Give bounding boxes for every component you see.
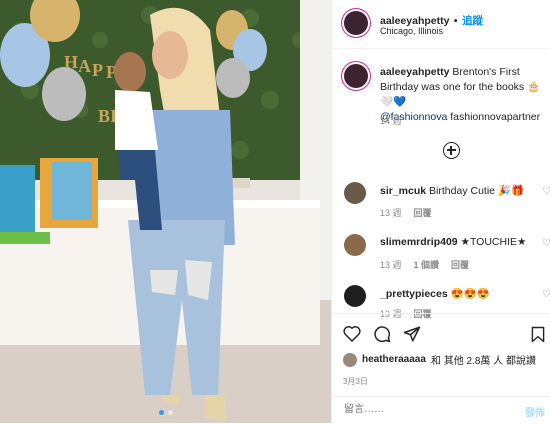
- carousel-dots: [0, 410, 331, 415]
- banner-letter: BI: [98, 106, 117, 126]
- comment-like-icon[interactable]: ♡: [542, 289, 550, 300]
- photo-illustration: H A P P Y BI: [0, 0, 331, 423]
- share-send-icon[interactable]: [403, 325, 421, 343]
- comment-body: Birthday Cutie 🎉🎁: [429, 185, 525, 197]
- comment-body: 😍😍😍: [450, 288, 490, 300]
- likes-count-text[interactable]: 和 其他 2.8萬 人 都說讚: [431, 352, 536, 367]
- likes-summary: heatheraaaaa 和 其他 2.8萬 人 都說讚: [343, 352, 536, 367]
- author-avatar[interactable]: [344, 11, 368, 35]
- liker-username[interactable]: heatheraaaaa: [362, 354, 426, 365]
- caption-author-avatar[interactable]: [344, 64, 368, 88]
- header-separator: •: [453, 15, 458, 27]
- liker-avatar[interactable]: [343, 352, 357, 367]
- post-date[interactable]: 3月3日: [343, 376, 368, 387]
- comment-time: 13 週: [380, 208, 402, 218]
- comment-reply-button[interactable]: 回覆: [414, 206, 432, 219]
- bookmark-icon[interactable]: [531, 326, 545, 343]
- comment-body: ★TOUCHIE★: [460, 236, 527, 248]
- commenter-avatar[interactable]: [344, 285, 366, 307]
- banner-letter: A: [78, 56, 91, 76]
- banner-letter: H: [64, 52, 78, 72]
- post-location[interactable]: Chicago, Illinois: [380, 26, 443, 36]
- comment-username[interactable]: sir_mcuk: [380, 185, 426, 197]
- comment-reply-button[interactable]: 回覆: [451, 258, 469, 271]
- post-side-panel: aaleeyahpetty • 追蹤 Chicago, Illinois aal…: [331, 0, 550, 423]
- comment-like-icon[interactable]: ♡: [542, 238, 550, 249]
- like-heart-icon[interactable]: [343, 325, 361, 342]
- carousel-dot-active[interactable]: [158, 410, 164, 415]
- action-icons: [343, 325, 421, 343]
- comment-meta: 13 週 1 個讚 回覆: [380, 258, 469, 271]
- comment-text: slimemrdrip409 ★TOUCHIE★: [380, 236, 526, 248]
- comment-username[interactable]: _prettypieces: [380, 288, 448, 300]
- comment-username[interactable]: slimemrdrip409: [380, 236, 458, 248]
- comment-time: 13 週: [380, 260, 402, 270]
- instagram-post-modal: H A P P Y BI: [0, 0, 550, 423]
- post-caption: aaleeyahpetty Brenton's First Birthday w…: [380, 65, 550, 125]
- caption-tag: fashionnovapartner: [450, 111, 541, 123]
- comment-meta: 13 週 回覆: [380, 206, 432, 219]
- commenter-avatar[interactable]: [344, 182, 366, 204]
- post-photo[interactable]: H A P P Y BI: [0, 0, 331, 423]
- post-comment-button[interactable]: 發佈: [525, 404, 545, 419]
- comment-text: _prettypieces 😍😍😍: [380, 287, 490, 300]
- follow-button[interactable]: 追蹤: [462, 15, 483, 27]
- comment-likes-count[interactable]: 1 個讚: [414, 258, 440, 271]
- caption-time: 14 週: [380, 116, 402, 126]
- carousel-dot[interactable]: [167, 410, 173, 415]
- add-comment-input[interactable]: [342, 403, 506, 416]
- banner-letter: P: [92, 60, 103, 80]
- post-header: aaleeyahpetty • 追蹤 Chicago, Illinois: [332, 0, 550, 49]
- load-more-comments-button[interactable]: [443, 142, 460, 159]
- post-actions: heatheraaaaa 和 其他 2.8萬 人 都說讚 3月3日 發佈: [332, 313, 550, 424]
- add-comment-bar: 發佈: [332, 396, 550, 425]
- comment-like-icon[interactable]: ♡: [542, 186, 550, 197]
- caption-username[interactable]: aaleeyahpetty: [380, 66, 449, 78]
- comment-bubble-icon[interactable]: [373, 325, 391, 343]
- comment-text: sir_mcuk Birthday Cutie 🎉🎁: [380, 184, 524, 197]
- commenter-avatar[interactable]: [344, 234, 366, 256]
